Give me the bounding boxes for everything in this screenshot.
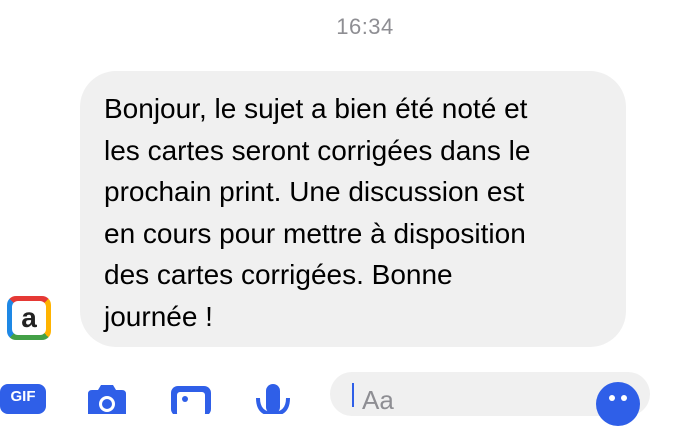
message-timestamp: 16:34 [336, 14, 394, 39]
gif-button[interactable]: GIF [0, 384, 46, 414]
microphone-icon [256, 384, 290, 417]
emoji-icon [609, 395, 627, 401]
camera-button[interactable] [84, 384, 130, 419]
camera-icon [88, 385, 126, 414]
emoji-button[interactable] [596, 382, 640, 426]
image-icon [171, 386, 211, 416]
microphone-button[interactable] [253, 384, 293, 419]
message-input-placeholder: Aa [362, 385, 394, 415]
message-bubble[interactable]: Bonjour, le sujet a bien été noté et les… [80, 71, 626, 347]
sender-avatar[interactable]: a [7, 296, 51, 340]
image-button[interactable] [169, 384, 213, 419]
sender-avatar-letter: a [12, 301, 46, 335]
text-cursor [352, 383, 354, 407]
message-text: Bonjour, le sujet a bien été noté et les… [104, 93, 531, 332]
gif-icon: GIF [10, 388, 36, 405]
